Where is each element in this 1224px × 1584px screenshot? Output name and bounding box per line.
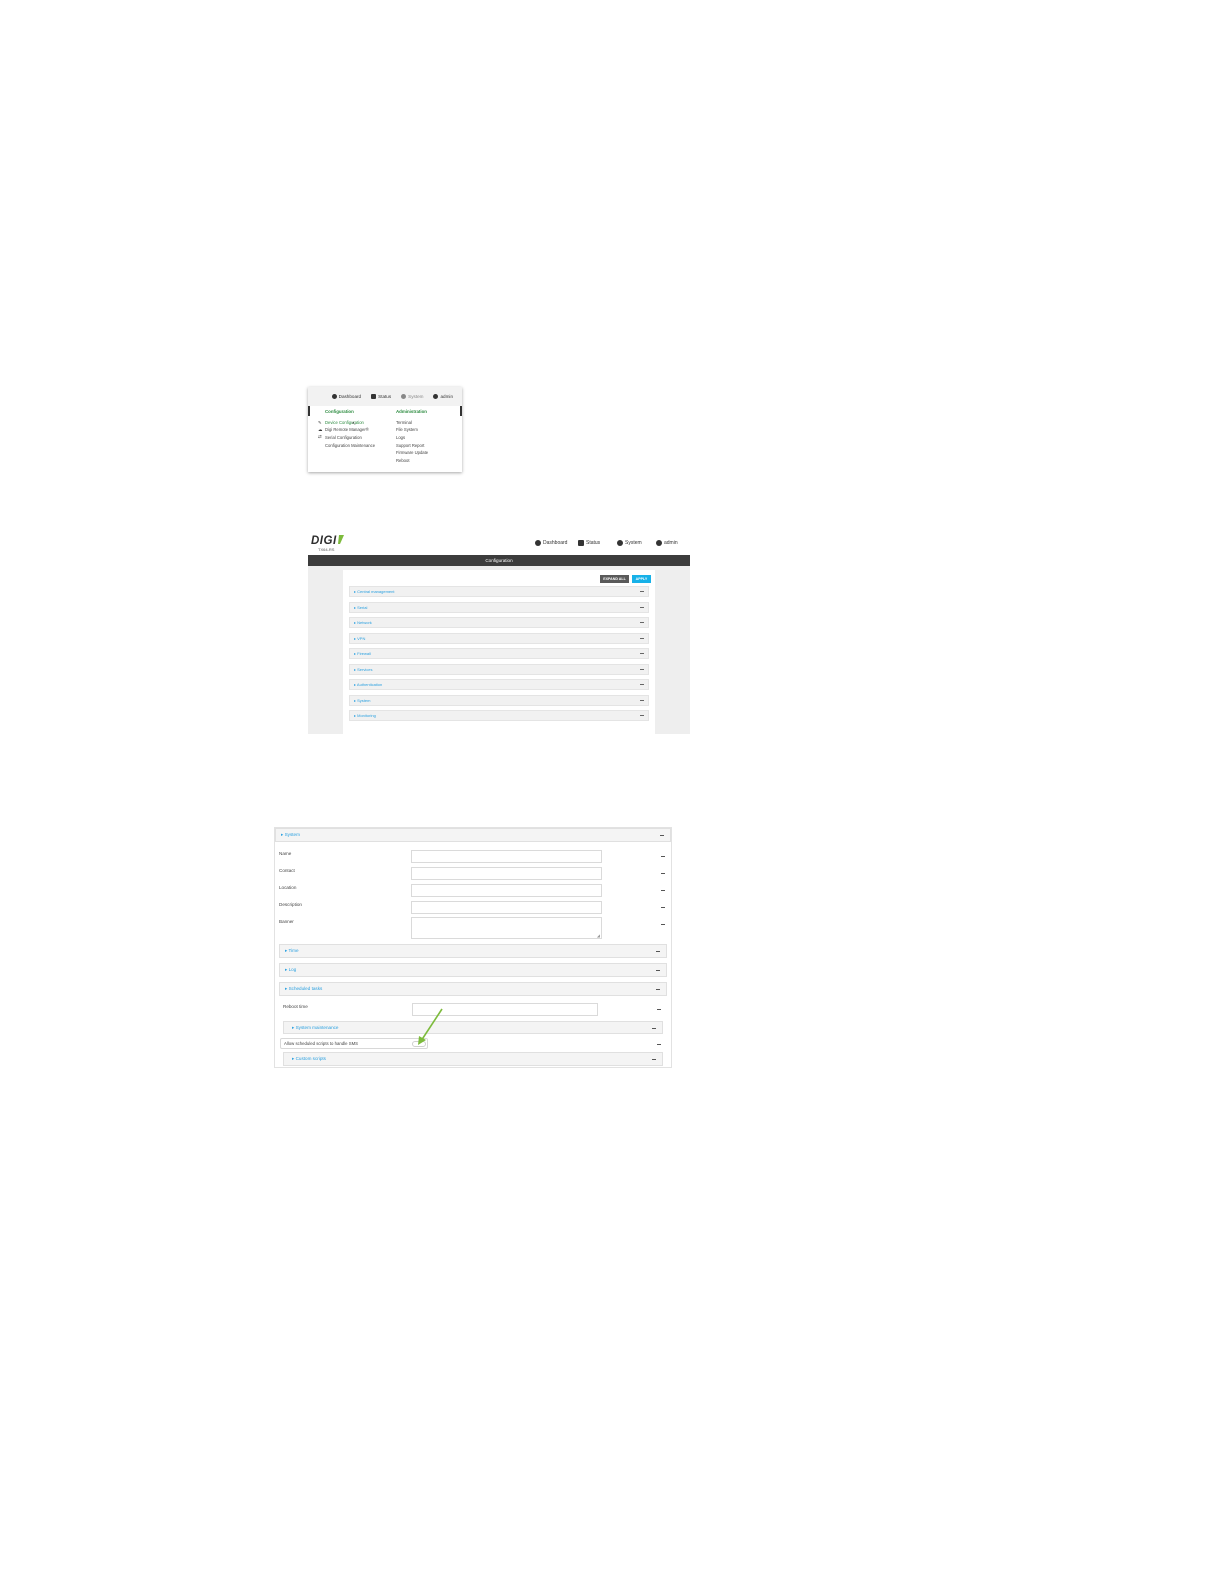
section-monitoring[interactable]: ▸ Monitoring bbox=[349, 710, 649, 721]
logo-mark-icon bbox=[338, 535, 344, 544]
section-firewall[interactable]: ▸ Firewall bbox=[349, 648, 649, 659]
menu-device-configuration[interactable]: Device Configuration bbox=[325, 420, 364, 425]
collapse-icon bbox=[640, 622, 644, 623]
contact-label: Contact bbox=[279, 868, 295, 873]
serial-icon: ⇄ bbox=[318, 434, 322, 439]
configuration-page-screenshot: DIGI TX64-RS Dashboard Status System adm… bbox=[308, 532, 690, 734]
configuration-heading: Configuration bbox=[325, 409, 354, 414]
wrench-icon: ✎ bbox=[318, 420, 322, 425]
nav-system[interactable]: System bbox=[617, 540, 642, 546]
config-panel: EXPAND ALL APPLY ▸ Central management ▸ … bbox=[343, 570, 655, 734]
collapse-icon bbox=[656, 989, 660, 990]
section-central-management[interactable]: ▸ Central management bbox=[349, 586, 649, 597]
expand-all-button[interactable]: EXPAND ALL bbox=[600, 575, 629, 583]
location-input[interactable] bbox=[411, 884, 602, 897]
collapse-icon bbox=[640, 715, 644, 716]
menu-terminal[interactable]: Terminal bbox=[396, 420, 412, 425]
system-settings-screenshot: ▸ System Name Contact Location Descripti… bbox=[274, 827, 672, 1068]
section-vpn[interactable]: ▸ VPN bbox=[349, 633, 649, 644]
description-input[interactable] bbox=[411, 901, 602, 914]
menu-remote-manager[interactable]: Digi Remote Manager® bbox=[325, 427, 369, 432]
nav-dashboard[interactable]: Dashboard bbox=[535, 540, 567, 546]
banner-textarea[interactable]: ◢ bbox=[411, 917, 602, 939]
section-system[interactable]: ▸ System bbox=[349, 695, 649, 706]
scheduled-tasks-section[interactable]: ▸ Scheduled tasks bbox=[279, 982, 667, 996]
collapse-icon bbox=[640, 684, 644, 685]
nav-dashboard[interactable]: Dashboard bbox=[331, 394, 361, 399]
contact-input[interactable] bbox=[411, 867, 602, 880]
section-serial[interactable]: ▸ Serial bbox=[349, 602, 649, 613]
menu-firmware-update[interactable]: Firmware Update bbox=[396, 450, 428, 455]
nav-system[interactable]: System bbox=[401, 394, 423, 399]
user-icon bbox=[656, 540, 662, 546]
top-nav-bar: Dashboard Status System admin bbox=[308, 387, 462, 406]
menu-support-report[interactable]: Support Report bbox=[396, 443, 424, 448]
collapse-icon bbox=[661, 890, 665, 891]
grid-icon bbox=[371, 394, 377, 399]
collapse-icon bbox=[652, 1059, 656, 1060]
section-services[interactable]: ▸ Services bbox=[349, 664, 649, 675]
grid-icon bbox=[578, 540, 584, 546]
nav-status[interactable]: Status bbox=[578, 540, 600, 546]
name-input[interactable] bbox=[411, 850, 602, 863]
custom-scripts-section[interactable]: ▸ Custom scripts bbox=[283, 1052, 663, 1066]
collapse-icon bbox=[657, 1044, 661, 1045]
administration-heading: Administration bbox=[396, 409, 427, 414]
menu-edge-right bbox=[460, 406, 462, 416]
resize-handle-icon[interactable]: ◢ bbox=[597, 933, 600, 938]
nav-admin[interactable]: admin bbox=[433, 394, 453, 399]
time-section[interactable]: ▸ Time bbox=[279, 944, 667, 958]
reboot-time-label: Reboot time bbox=[283, 1004, 308, 1009]
nav-status[interactable]: Status bbox=[371, 394, 391, 399]
collapse-icon bbox=[660, 835, 664, 836]
nav-admin[interactable]: admin bbox=[656, 540, 678, 546]
location-label: Location bbox=[279, 885, 297, 890]
digi-logo: DIGI bbox=[311, 535, 337, 547]
page-title: Configuration bbox=[308, 555, 690, 566]
collapse-icon bbox=[640, 669, 644, 670]
collapse-icon bbox=[640, 591, 644, 592]
name-label: Name bbox=[279, 851, 292, 856]
system-maintenance-section[interactable]: ▸ System maintenance bbox=[283, 1021, 663, 1034]
collapse-icon bbox=[661, 873, 665, 874]
collapse-icon bbox=[640, 653, 644, 654]
system-section-header[interactable]: ▸ System bbox=[275, 828, 671, 842]
gear-icon bbox=[401, 394, 407, 399]
section-network[interactable]: ▸ Network bbox=[349, 617, 649, 628]
dashboard-icon bbox=[535, 540, 541, 546]
collapse-icon bbox=[640, 607, 644, 608]
collapse-icon bbox=[656, 951, 660, 952]
description-label: Description bbox=[279, 902, 302, 907]
banner-label: Banner bbox=[279, 919, 294, 924]
annotation-arrow-icon bbox=[418, 1008, 443, 1045]
collapse-icon bbox=[640, 700, 644, 701]
apply-button[interactable]: APPLY bbox=[632, 575, 651, 583]
dashboard-icon bbox=[331, 394, 337, 399]
gear-icon bbox=[617, 540, 623, 546]
cloud-icon: ☁ bbox=[318, 427, 323, 432]
collapse-icon bbox=[640, 638, 644, 639]
allow-scripts-row: Allow scheduled scripts to handle SMS bbox=[280, 1038, 428, 1049]
menu-edge bbox=[308, 406, 310, 416]
user-icon bbox=[433, 394, 439, 399]
collapse-icon bbox=[661, 907, 665, 908]
section-authentication[interactable]: ▸ Authentication bbox=[349, 679, 649, 690]
menu-file-system[interactable]: File System bbox=[396, 427, 418, 432]
collapse-icon bbox=[661, 924, 665, 925]
page-header: DIGI TX64-RS Dashboard Status System adm… bbox=[308, 532, 690, 555]
logo-subtitle: TX64-RS bbox=[318, 547, 335, 552]
menu-serial-configuration[interactable]: Serial Configuration bbox=[325, 435, 362, 440]
allow-scripts-label: Allow scheduled scripts to handle SMS bbox=[284, 1041, 359, 1046]
collapse-icon bbox=[661, 856, 665, 857]
menu-logs[interactable]: Logs bbox=[396, 435, 405, 440]
collapse-icon bbox=[652, 1028, 656, 1029]
menu-reboot[interactable]: Reboot bbox=[396, 458, 410, 463]
menu-configuration-maintenance[interactable]: Configuration Maintenance bbox=[325, 443, 375, 448]
system-menu-screenshot: Dashboard Status System admin Configurat… bbox=[308, 387, 462, 472]
log-section[interactable]: ▸ Log bbox=[279, 963, 667, 977]
collapse-icon bbox=[656, 970, 660, 971]
mouse-cursor-icon: ↖ bbox=[352, 421, 357, 427]
collapse-icon bbox=[657, 1009, 661, 1010]
